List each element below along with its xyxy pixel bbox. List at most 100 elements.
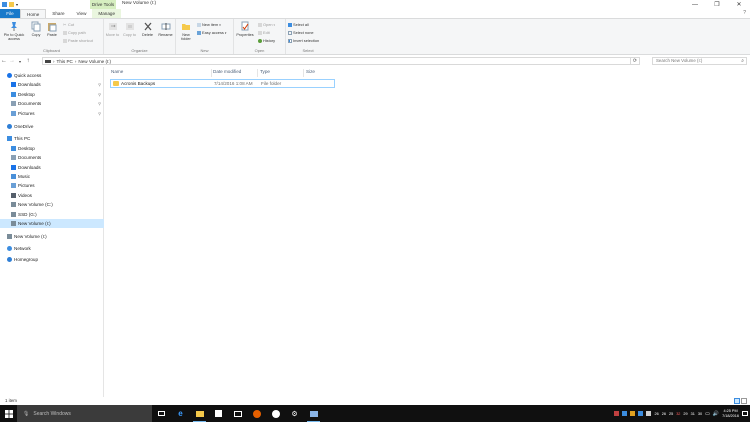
tab-file[interactable]: File: [0, 9, 20, 18]
forward-button[interactable]: →: [8, 58, 16, 64]
sidebar-item[interactable]: Videos: [0, 191, 104, 200]
tray-app-icon[interactable]: [630, 411, 636, 416]
sidebar-item[interactable]: SSD (G:): [0, 210, 104, 219]
action-center-icon[interactable]: [742, 411, 748, 416]
tray-temperature[interactable]: 31: [691, 412, 695, 416]
column-divider[interactable]: [211, 69, 212, 77]
sidebar-item[interactable]: Homegroup: [0, 255, 104, 264]
refresh-button[interactable]: ⟳: [630, 58, 639, 64]
settings-icon[interactable]: ⚙: [285, 405, 304, 422]
store-icon[interactable]: [209, 405, 228, 422]
sidebar-item[interactable]: This PC: [0, 134, 104, 143]
tray-temperature[interactable]: 25: [669, 412, 673, 416]
search-input[interactable]: Search New Volume (I:) ⌕: [652, 57, 747, 65]
sidebar-item[interactable]: New Volume (I:): [0, 232, 104, 241]
sidebar-item[interactable]: Pictures: [0, 181, 104, 190]
sidebar-item[interactable]: Music: [0, 172, 104, 181]
column-divider[interactable]: [257, 69, 258, 77]
pin-icon: [11, 22, 17, 31]
breadcrumb-new-volume[interactable]: New Volume (I:): [78, 59, 111, 64]
mail-icon[interactable]: [228, 405, 247, 422]
history-button[interactable]: History: [258, 38, 275, 43]
tray-app-icon[interactable]: [638, 411, 644, 416]
sidebar-item[interactable]: Pictures ⚲: [0, 109, 104, 118]
paste-button[interactable]: Paste: [45, 21, 59, 37]
paste-shortcut-button[interactable]: Paste shortcut: [63, 38, 93, 43]
select-all-button[interactable]: Select all: [288, 22, 309, 27]
column-header-type[interactable]: Type: [260, 69, 270, 74]
tray-temperature[interactable]: 29: [683, 412, 687, 416]
sidebar-item[interactable]: Desktop ⚲: [0, 90, 104, 99]
back-button[interactable]: ←: [0, 58, 8, 64]
close-button[interactable]: ✕: [728, 0, 750, 9]
details-view-button[interactable]: [734, 398, 740, 404]
taskbar-search-box[interactable]: 🎙 Search Windows: [17, 405, 152, 422]
invert-selection-button[interactable]: Invert selection: [288, 38, 319, 43]
start-button[interactable]: [0, 405, 17, 422]
minimize-button[interactable]: —: [684, 0, 706, 9]
tray-app-icon[interactable]: [614, 411, 620, 416]
task-view-icon[interactable]: [152, 405, 171, 422]
new-folder-qat-icon[interactable]: [9, 2, 14, 7]
maximize-button[interactable]: ❐: [706, 0, 728, 9]
sidebar-item[interactable]: Quick access: [0, 71, 104, 80]
sidebar-item[interactable]: Documents ⚲: [0, 99, 104, 108]
up-button[interactable]: ↑: [24, 58, 32, 64]
xbox-icon[interactable]: [266, 405, 285, 422]
firefox-icon[interactable]: [247, 405, 266, 422]
sidebar-item[interactable]: Documents: [0, 153, 104, 162]
select-none-button[interactable]: Select none: [288, 30, 314, 35]
new-folder-icon: [182, 24, 190, 30]
delete-button[interactable]: Delete: [140, 21, 155, 37]
address-bar[interactable]: › This PC › New Volume (I:) ⟳: [42, 57, 640, 65]
large-icons-view-button[interactable]: [741, 398, 747, 404]
customize-qat-icon[interactable]: ▾: [16, 2, 21, 7]
copy-path-button[interactable]: Copy path: [63, 30, 86, 35]
file-explorer-icon[interactable]: [190, 405, 209, 422]
open-button[interactable]: Open ▾: [258, 22, 275, 27]
column-header-date-modified[interactable]: Date modified: [213, 69, 241, 74]
sidebar-item[interactable]: OneDrive: [0, 122, 104, 131]
network-icon[interactable]: ▭: [705, 411, 710, 417]
new-item-button[interactable]: New item ▾: [197, 22, 221, 27]
new-folder-button[interactable]: New folder: [178, 21, 194, 41]
rename-button[interactable]: Rename: [157, 21, 174, 37]
computer-icon: [7, 136, 12, 142]
sidebar-item[interactable]: New Volume (I:): [0, 219, 104, 228]
cut-button[interactable]: ✂ Cut: [63, 22, 74, 27]
tab-manage[interactable]: Manage: [92, 9, 122, 18]
edit-button[interactable]: Edit: [258, 30, 270, 35]
properties-button[interactable]: Properties: [235, 21, 255, 37]
volume-icon[interactable]: 🔊: [713, 411, 719, 417]
tab-view[interactable]: View: [71, 9, 93, 18]
recent-locations-button[interactable]: ▾: [16, 59, 24, 64]
tray-app-icon[interactable]: [622, 411, 628, 416]
tray-app-icon[interactable]: [646, 411, 652, 416]
copy-button[interactable]: Copy: [29, 21, 43, 37]
tray-temperature[interactable]: 26: [654, 412, 658, 416]
help-icon[interactable]: ?: [743, 10, 746, 16]
easy-access-button[interactable]: Easy access ▾: [197, 30, 226, 35]
sidebar-item[interactable]: New Volume (C:): [0, 200, 104, 209]
copy-to-button[interactable]: Copy to: [122, 21, 137, 37]
column-header-size[interactable]: Size: [306, 69, 315, 74]
tab-share[interactable]: Share: [46, 9, 70, 18]
column-header-name[interactable]: Name: [111, 69, 123, 74]
table-row[interactable]: Acronis Backups 7/14/2016 1:08 AM File f…: [110, 79, 335, 88]
tab-home[interactable]: Home: [20, 9, 47, 18]
sidebar-item[interactable]: Desktop: [0, 144, 104, 153]
clock[interactable]: 4:25 PM 7/18/2016: [722, 409, 739, 418]
pin-quick-access-button[interactable]: Pin to Quick access: [1, 21, 27, 41]
column-divider[interactable]: [303, 69, 304, 77]
tray-temperature[interactable]: 30: [698, 412, 702, 416]
properties-qat-icon[interactable]: [2, 2, 7, 7]
move-to-button[interactable]: Move to: [105, 21, 120, 37]
sidebar-item[interactable]: Downloads: [0, 163, 104, 172]
edge-icon[interactable]: e: [171, 405, 190, 422]
sidebar-item[interactable]: Network: [0, 244, 104, 253]
breadcrumb-this-pc[interactable]: This PC: [57, 59, 73, 64]
tray-temperature[interactable]: 26: [662, 412, 666, 416]
network-app-icon[interactable]: [304, 405, 323, 422]
tray-temperature[interactable]: 32: [676, 412, 680, 416]
sidebar-item[interactable]: Downloads ⚲: [0, 80, 104, 89]
